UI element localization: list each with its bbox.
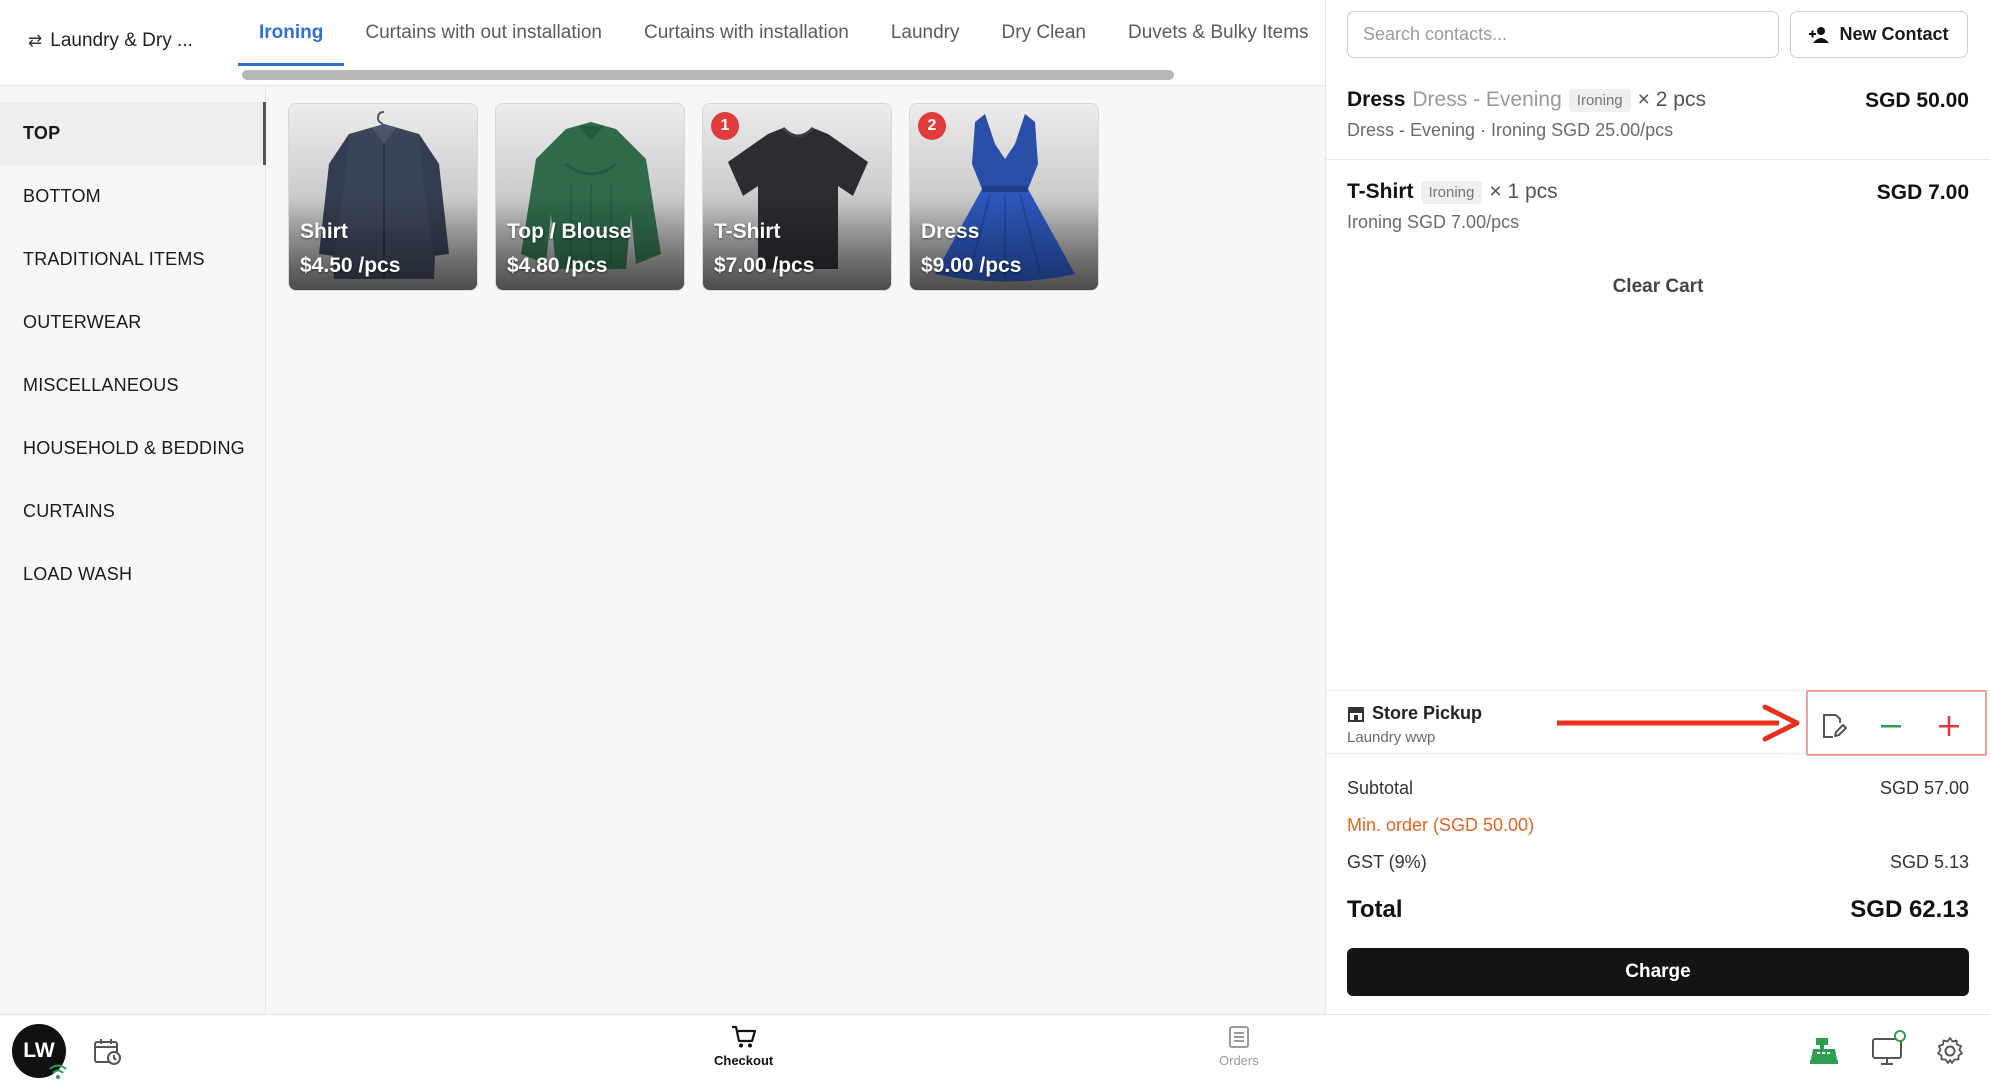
min-order-row: Min. order (SGD 50.00) — [1347, 815, 1969, 836]
product-card-top-blouse[interactable]: Top / Blouse $4.80 /pcs — [495, 103, 685, 291]
cart-panel: New Contact Dress Dress - Evening Ironin… — [1325, 0, 1990, 1014]
tab-dry-clean[interactable]: Dry Clean — [981, 0, 1107, 66]
product-card-shirt[interactable]: Shirt $4.50 /pcs — [288, 103, 478, 291]
category-top[interactable]: TOP — [0, 102, 266, 165]
cart-icon — [731, 1025, 756, 1048]
cart-item-quantity: × 1 pcs — [1489, 180, 1558, 203]
product-name: Top / Blouse — [507, 220, 632, 243]
store-name: Laundry & Dry ... — [50, 30, 193, 51]
gst-value: SGD 5.13 — [1889, 852, 1969, 872]
schedule-button[interactable] — [92, 1036, 124, 1073]
edit-note-icon — [1823, 714, 1847, 738]
cart-item-variant: Dress - Evening — [1412, 88, 1562, 111]
bottom-bar: LW Checkout Orders — [0, 1014, 1990, 1088]
category-curtains[interactable]: CURTAINS — [0, 480, 266, 543]
gear-icon — [1937, 1037, 1963, 1064]
category-sidebar: TOP BOTTOM TRADITIONAL ITEMS OUTERWEAR M… — [0, 86, 266, 1014]
monitor-icon — [1872, 1030, 1906, 1065]
store-icon — [1348, 706, 1364, 722]
increase-button[interactable] — [1933, 710, 1965, 742]
add-user-icon — [1809, 26, 1830, 43]
cart-item-quantity: × 2 pcs — [1637, 88, 1706, 111]
nav-checkout-label: Checkout — [714, 1053, 774, 1068]
category-household-bedding[interactable]: HOUSEHOLD & BEDDING — [0, 417, 266, 480]
service-chip: Ironing — [1420, 180, 1483, 204]
product-name: Shirt — [300, 220, 348, 243]
product-name: Dress — [921, 220, 980, 243]
orders-list-icon — [1228, 1026, 1249, 1048]
annotation-arrow-icon — [1557, 704, 1800, 742]
wifi-icon — [49, 1064, 67, 1079]
product-name: T-Shirt — [714, 220, 781, 243]
tab-laundry[interactable]: Laundry — [870, 0, 981, 66]
product-card-t-shirt[interactable]: 1 T-Shirt $7.00 /pcs — [702, 103, 892, 291]
cart-item-amount: SGD 50.00 — [1865, 89, 1969, 112]
cart-item-name: Dress — [1347, 88, 1406, 111]
tabs-scrollbar[interactable] — [242, 70, 1174, 80]
gst-row: GST (9%) SGD 5.13 — [1347, 852, 1969, 873]
service-tabs: Ironing Curtains with out installation C… — [238, 0, 1330, 66]
nav-orders-label: Orders — [1219, 1053, 1259, 1068]
calendar-clock-icon — [94, 1039, 121, 1065]
cart-item[interactable]: T-Shirt Ironing × 1 pcs Ironing SGD 7.00… — [1326, 160, 1990, 250]
cart-item-detail: Dress - Evening · Ironing SGD 25.00/pcs — [1347, 120, 1674, 140]
min-order-warning: Min. order (SGD 50.00) — [1347, 815, 1535, 835]
contact-search-input[interactable] — [1347, 11, 1779, 58]
category-outerwear[interactable]: OUTERWEAR — [0, 291, 266, 354]
product-price: $9.00 /pcs — [921, 254, 1022, 277]
service-chip: Ironing — [1568, 88, 1631, 112]
quantity-badge: 1 — [711, 112, 739, 140]
nav-orders[interactable]: Orders — [1219, 1025, 1259, 1068]
edit-note-button[interactable] — [1817, 710, 1849, 742]
cart-item-name: T-Shirt — [1347, 180, 1414, 203]
plus-icon — [1939, 716, 1959, 736]
cart-item[interactable]: Dress Dress - Evening Ironing × 2 pcs Dr… — [1326, 68, 1990, 160]
cart-item-detail: Ironing SGD 7.00/pcs — [1347, 212, 1520, 232]
category-load-wash[interactable]: LOAD WASH — [0, 543, 266, 606]
total-value: SGD 62.13 — [1850, 896, 1969, 923]
top-bar: ⇄ Laundry & Dry ... Ironing Curtains wit… — [0, 0, 1325, 86]
decrease-button[interactable] — [1875, 710, 1907, 742]
subtotal-row: Subtotal SGD 57.00 — [1347, 778, 1969, 799]
category-traditional-items[interactable]: TRADITIONAL ITEMS — [0, 228, 266, 291]
cart-actions — [1806, 690, 1987, 756]
new-contact-button[interactable]: New Contact — [1790, 11, 1968, 58]
cash-register-button[interactable] — [1808, 1036, 1840, 1071]
cash-register-icon — [1810, 1038, 1838, 1064]
subtotal-value: SGD 57.00 — [1879, 778, 1969, 798]
product-price: $4.50 /pcs — [300, 254, 401, 277]
clear-cart-button[interactable]: Clear Cart — [1326, 276, 1990, 298]
product-grid: Shirt $4.50 /pcs Top / Blouse $4.80 /pcs… — [266, 86, 1325, 1014]
product-price: $4.80 /pcs — [507, 254, 608, 277]
gst-label: GST (9%) — [1347, 852, 1427, 872]
cart-item-amount: SGD 7.00 — [1876, 181, 1969, 204]
minus-icon — [1881, 725, 1901, 728]
charge-button[interactable]: Charge — [1347, 948, 1969, 996]
total-label: Total — [1347, 896, 1403, 923]
tab-duvets-bulky-items[interactable]: Duvets & Bulky Items — [1107, 0, 1330, 66]
total-row: Total SGD 62.13 — [1347, 896, 1969, 924]
product-card-dress[interactable]: 2 Dress $9.00 /pcs — [909, 103, 1099, 291]
pickup-title: Store Pickup — [1372, 703, 1483, 723]
store-switcher[interactable]: ⇄ Laundry & Dry ... — [28, 30, 193, 52]
tab-curtains-without-installation[interactable]: Curtains with out installation — [344, 0, 623, 66]
category-miscellaneous[interactable]: MISCELLANEOUS — [0, 354, 266, 417]
product-price: $7.00 /pcs — [714, 254, 815, 277]
settings-button[interactable] — [1935, 1036, 1965, 1071]
swap-arrows-icon: ⇄ — [28, 31, 43, 50]
new-contact-label: New Contact — [1839, 24, 1949, 44]
tab-ironing[interactable]: Ironing — [238, 0, 345, 66]
subtotal-label: Subtotal — [1347, 778, 1414, 798]
quantity-badge: 2 — [918, 112, 946, 140]
customer-display-button[interactable] — [1871, 1029, 1907, 1072]
pickup-location: Laundry wwp — [1347, 729, 1436, 746]
tab-curtains-with-installation[interactable]: Curtains with installation — [623, 0, 870, 66]
nav-checkout[interactable]: Checkout — [714, 1025, 773, 1068]
category-bottom[interactable]: BOTTOM — [0, 165, 266, 228]
